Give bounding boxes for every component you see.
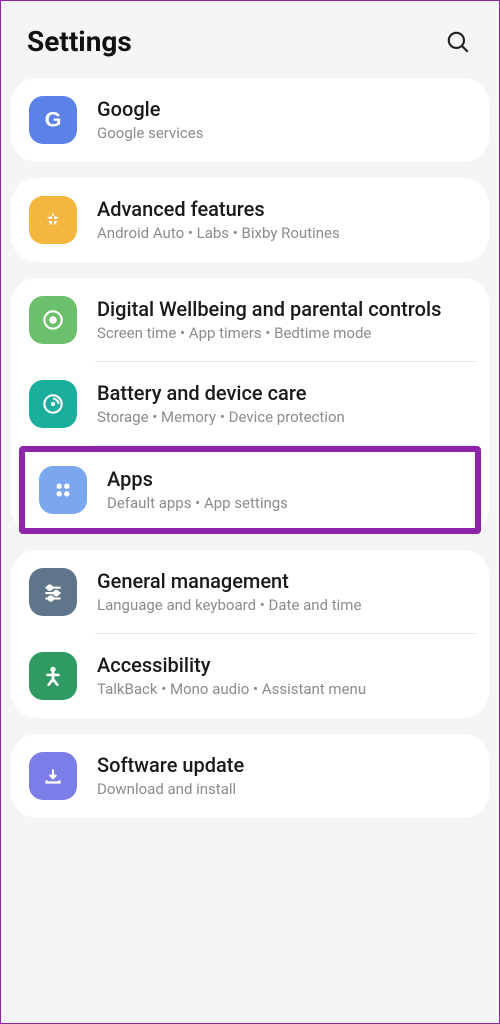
item-text: Software update Download and install xyxy=(97,753,471,800)
item-subtitle: Default apps • App settings xyxy=(107,494,461,514)
item-subtitle: Screen time • App timers • Bedtime mode xyxy=(97,324,471,344)
settings-item-google[interactable]: G Google Google services xyxy=(11,78,489,162)
settings-item-accessibility[interactable]: Accessibility TalkBack • Mono audio • Ass… xyxy=(11,634,489,718)
item-subtitle: Storage • Memory • Device protection xyxy=(97,408,471,428)
settings-group: Digital Wellbeing and parental controls S… xyxy=(11,278,489,534)
settings-group: Software update Download and install xyxy=(11,734,489,818)
item-text: Advanced features Android Auto • Labs • B… xyxy=(97,197,471,244)
item-subtitle: Google services xyxy=(97,124,471,144)
person-icon xyxy=(29,652,77,700)
update-icon xyxy=(29,752,77,800)
settings-group: G Google Google services xyxy=(11,78,489,162)
search-button[interactable] xyxy=(443,27,473,57)
settings-group: Advanced features Android Auto • Labs • B… xyxy=(11,178,489,262)
item-text: Digital Wellbeing and parental controls S… xyxy=(97,297,471,344)
item-label: General management xyxy=(97,569,471,593)
settings-list: GGoogleGoogle servicesAdvanced featuresA… xyxy=(1,78,499,818)
settings-item-update[interactable]: Software update Download and install xyxy=(11,734,489,818)
item-label: Advanced features xyxy=(97,197,471,221)
item-text: Apps Default apps • App settings xyxy=(107,467,461,514)
google-icon: G xyxy=(29,96,77,144)
item-label: Google xyxy=(97,97,471,121)
item-label: Digital Wellbeing and parental controls xyxy=(97,297,471,321)
page-title: Settings xyxy=(27,25,132,58)
apps-icon xyxy=(39,466,87,514)
heart-icon xyxy=(29,296,77,344)
search-icon xyxy=(445,29,471,55)
item-subtitle: TalkBack • Mono audio • Assistant menu xyxy=(97,680,471,700)
header: Settings xyxy=(1,1,499,78)
item-text: General management Language and keyboard … xyxy=(97,569,471,616)
item-label: Battery and device care xyxy=(97,381,471,405)
plus-icon xyxy=(29,196,77,244)
item-label: Apps xyxy=(107,467,461,491)
item-text: Accessibility TalkBack • Mono audio • Ass… xyxy=(97,653,471,700)
sliders-icon xyxy=(29,568,77,616)
settings-item-battery[interactable]: Battery and device care Storage • Memory … xyxy=(11,362,489,446)
item-label: Accessibility xyxy=(97,653,471,677)
item-subtitle: Android Auto • Labs • Bixby Routines xyxy=(97,224,471,244)
item-subtitle: Download and install xyxy=(97,780,471,800)
highlight-frame: Apps Default apps • App settings xyxy=(19,446,481,534)
settings-item-apps[interactable]: Apps Default apps • App settings xyxy=(25,452,475,528)
item-label: Software update xyxy=(97,753,471,777)
item-subtitle: Language and keyboard • Date and time xyxy=(97,596,471,616)
settings-group: General management Language and keyboard … xyxy=(11,550,489,718)
item-text: Battery and device care Storage • Memory … xyxy=(97,381,471,428)
settings-item-advanced[interactable]: Advanced features Android Auto • Labs • B… xyxy=(11,178,489,262)
care-icon xyxy=(29,380,77,428)
settings-item-general[interactable]: General management Language and keyboard … xyxy=(11,550,489,634)
svg-text:G: G xyxy=(45,107,62,132)
item-text: Google Google services xyxy=(97,97,471,144)
settings-item-wellbeing[interactable]: Digital Wellbeing and parental controls S… xyxy=(11,278,489,362)
